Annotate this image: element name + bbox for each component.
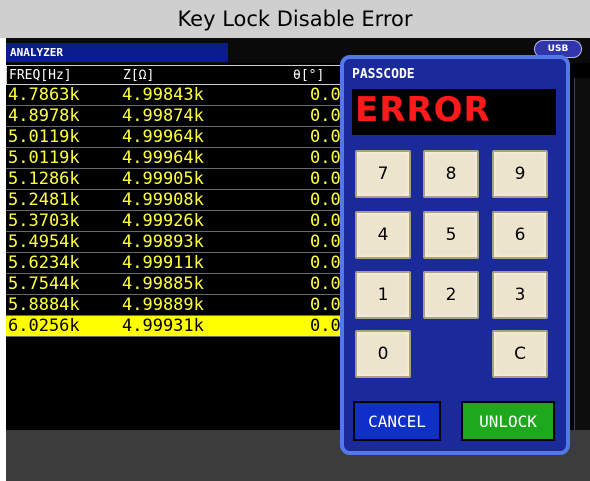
phase-cell: 0.0: [310, 85, 341, 105]
table-header: FREQ[Hz] Z[Ω] θ[°]: [6, 65, 346, 85]
phase-cell: 0.0: [310, 127, 341, 147]
key-0[interactable]: 0: [355, 330, 411, 378]
phase-cell: 0.0: [310, 106, 341, 126]
window-title: Key Lock Disable Error: [0, 0, 590, 38]
freq-cell: 6.0256k: [8, 316, 80, 336]
side-key-1[interactable]: [574, 78, 590, 138]
phase-cell: 0.0: [310, 232, 341, 252]
impedance-cell: 4.99905k: [122, 169, 204, 189]
passcode-dialog: PASSCODE ERROR 7 8 9 4 5 6 1 2 3 0 C CAN…: [340, 55, 570, 455]
cancel-button[interactable]: CANCEL: [353, 401, 441, 441]
key-3[interactable]: 3: [492, 271, 548, 319]
key-9[interactable]: 9: [492, 150, 548, 198]
freq-cell: 4.7863k: [8, 85, 80, 105]
table-row[interactable]: 5.7544k 4.99885k 0.0: [6, 274, 346, 295]
side-key-6[interactable]: [574, 378, 590, 438]
freq-cell: 5.0119k: [8, 148, 80, 168]
table-row[interactable]: 6.0256k 4.99931k 0.0: [6, 316, 346, 337]
data-table: FREQ[Hz] Z[Ω] θ[°] 4.7863k 4.99843k 0.0 4.8…: [6, 65, 346, 337]
error-message: ERROR: [355, 90, 491, 130]
side-key-4[interactable]: [574, 258, 590, 318]
phase-cell: 0.0: [310, 253, 341, 273]
key-5[interactable]: 5: [423, 211, 479, 259]
impedance-cell: 4.99908k: [122, 190, 204, 210]
table-body: 4.7863k 4.99843k 0.0 4.8978k 4.99874k 0.0 5.01…: [6, 85, 346, 337]
phase-cell: 0.0: [310, 169, 341, 189]
phase-cell: 0.0: [310, 295, 341, 315]
key-2[interactable]: 2: [423, 271, 479, 319]
impedance-cell: 4.99893k: [122, 232, 204, 252]
freq-cell: 5.4954k: [8, 232, 80, 252]
phase-cell: 0.0: [310, 211, 341, 231]
key-4[interactable]: 4: [355, 211, 411, 259]
key-8[interactable]: 8: [423, 150, 479, 198]
column-header-phase: θ[°]: [293, 67, 325, 83]
side-key-2[interactable]: [574, 138, 590, 198]
impedance-cell: 4.99931k: [122, 316, 204, 336]
phase-cell: 0.0: [310, 148, 341, 168]
side-key-3[interactable]: [574, 198, 590, 258]
freq-cell: 4.8978k: [8, 106, 80, 126]
impedance-cell: 4.99889k: [122, 295, 204, 315]
phase-cell: 0.0: [310, 190, 341, 210]
impedance-cell: 4.99843k: [122, 85, 204, 105]
freq-cell: 5.3703k: [8, 211, 80, 231]
impedance-cell: 4.99885k: [122, 274, 204, 294]
phase-cell: 0.0: [310, 274, 341, 294]
passcode-display: ERROR: [352, 89, 556, 135]
impedance-cell: 4.99964k: [122, 148, 204, 168]
impedance-cell: 4.99874k: [122, 106, 204, 126]
column-header-freq: FREQ[Hz]: [9, 67, 72, 83]
side-key-5[interactable]: [574, 318, 590, 378]
table-row[interactable]: 5.6234k 4.99911k 0.0: [6, 253, 346, 274]
impedance-cell: 4.99911k: [122, 253, 204, 273]
table-row[interactable]: 5.0119k 4.99964k 0.0: [6, 127, 346, 148]
table-row[interactable]: 5.2481k 4.99908k 0.0: [6, 190, 346, 211]
table-row[interactable]: 5.1286k 4.99905k 0.0: [6, 169, 346, 190]
freq-cell: 5.6234k: [8, 253, 80, 273]
column-header-impedance: Z[Ω]: [123, 67, 155, 83]
table-row[interactable]: 5.3703k 4.99926k 0.0: [6, 211, 346, 232]
table-row[interactable]: 5.4954k 4.99893k 0.0: [6, 232, 346, 253]
key-6[interactable]: 6: [492, 211, 548, 259]
impedance-cell: 4.99964k: [122, 127, 204, 147]
impedance-cell: 4.99926k: [122, 211, 204, 231]
phase-cell: 0.0: [310, 316, 341, 336]
dialog-title: PASSCODE: [352, 67, 415, 82]
freq-cell: 5.2481k: [8, 190, 80, 210]
key-7[interactable]: 7: [355, 150, 411, 198]
mode-tab[interactable]: ANALYZER: [6, 43, 228, 62]
table-row[interactable]: 4.7863k 4.99843k 0.0: [6, 85, 346, 106]
table-row[interactable]: 5.8884k 4.99889k 0.0: [6, 295, 346, 316]
freq-cell: 5.8884k: [8, 295, 80, 315]
freq-cell: 5.7544k: [8, 274, 80, 294]
key-1[interactable]: 1: [355, 271, 411, 319]
freq-cell: 5.1286k: [8, 169, 80, 189]
table-row[interactable]: 4.8978k 4.99874k 0.0: [6, 106, 346, 127]
table-row[interactable]: 5.0119k 4.99964k 0.0: [6, 148, 346, 169]
unlock-button[interactable]: UNLOCK: [461, 401, 555, 441]
freq-cell: 5.0119k: [8, 127, 80, 147]
key-clear[interactable]: C: [492, 330, 548, 378]
